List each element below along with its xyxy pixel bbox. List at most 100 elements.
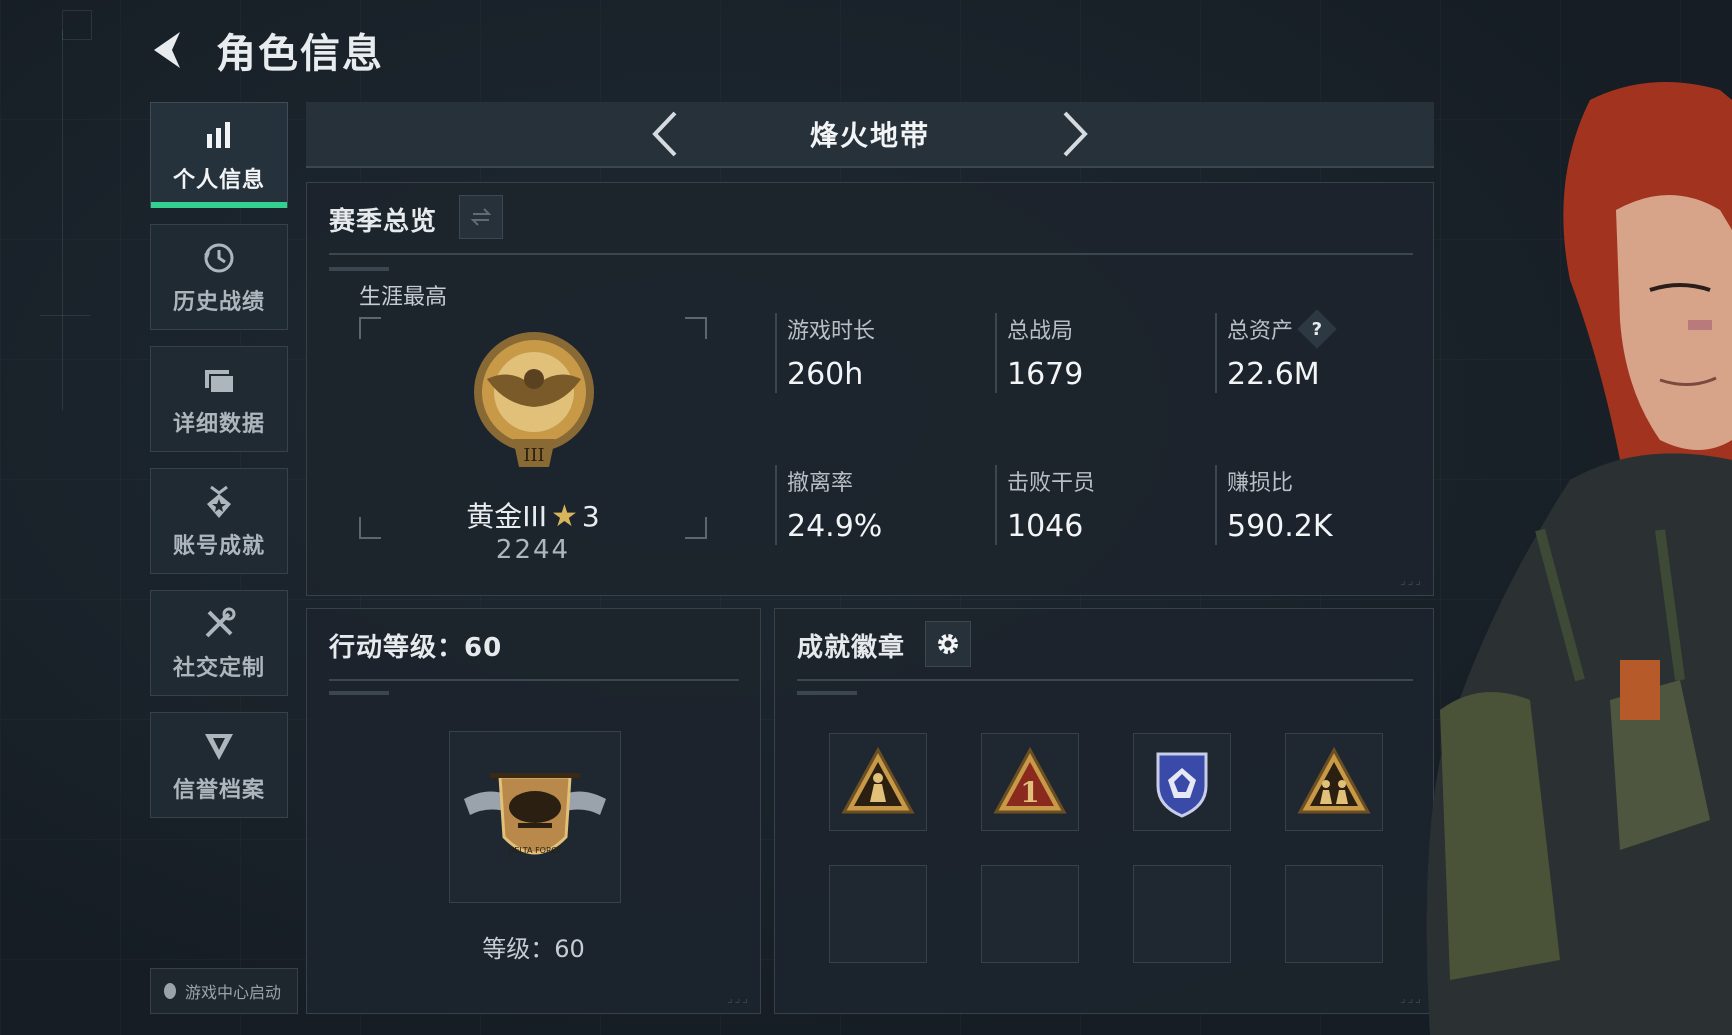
rank-stars: 3	[581, 500, 600, 533]
divider	[329, 679, 739, 681]
bar-chart-icon	[199, 116, 239, 156]
sidebar-item-achievements[interactable]: 账号成就	[150, 468, 288, 574]
soldier-triangle-badge-icon	[841, 746, 915, 814]
divider-accent	[797, 691, 857, 695]
career-best-label: 生涯最高	[359, 285, 448, 310]
tools-icon	[199, 604, 239, 644]
mode-selector: 烽火地带	[306, 102, 1434, 168]
game-center-launch-button[interactable]: 游戏中心启动	[150, 968, 298, 1014]
folder-icon	[199, 360, 239, 400]
sidebar-item-personal-info[interactable]: 个人信息	[150, 102, 288, 208]
svg-text:III: III	[523, 445, 544, 466]
help-icon[interactable]: ?	[1297, 309, 1337, 349]
mode-title: 烽火地带	[809, 119, 930, 152]
badge-slot-empty[interactable]	[829, 865, 927, 963]
sidebar-item-detail-data[interactable]: 详细数据	[150, 346, 288, 452]
divider	[329, 253, 1413, 255]
stat-operators-defeated: 击败干员 1046	[995, 465, 1095, 545]
rank-name: 黄金III	[466, 500, 548, 533]
season-overview-panel: 赛季总览 生涯最高 III 黄金III ★ 3 2244 游戏时长 260h 总战局…	[306, 182, 1434, 596]
sidebar-item-label: 个人信息	[172, 168, 265, 193]
stat-total-matches: 总战局 1679	[995, 313, 1083, 393]
operator-character-portrait	[1426, 82, 1732, 1035]
star-icon: ★	[551, 499, 578, 534]
gold-rank-medal-icon: III	[474, 332, 594, 467]
stat-value: 1679	[1007, 357, 1084, 392]
stat-label: 游戏时长	[787, 319, 876, 344]
badge-slot-empty[interactable]	[1285, 865, 1383, 963]
sidebar-item-label: 历史战绩	[172, 290, 265, 315]
deco-line	[62, 30, 63, 410]
stat-label: 总资产	[1227, 319, 1294, 344]
gear-icon	[938, 634, 958, 654]
action-level-panel: 行动等级：60 DELTA FORCE 等级：60 ⌟⌟⌟	[306, 608, 761, 1014]
stat-label: 赚损比	[1227, 471, 1294, 496]
next-mode-button[interactable]	[1055, 106, 1095, 162]
sidebar: 个人信息 历史战绩 详细数据 账号成就 社交定制 信誉档案	[150, 102, 288, 834]
stat-playtime: 游戏时长 260h	[775, 313, 875, 393]
achievement-medal-icon	[199, 482, 239, 522]
action-level-title: 行动等级：60	[329, 633, 503, 663]
achievement-badges-panel: 成就徽章 1 ⌟⌟⌟	[774, 608, 1434, 1014]
stat-value: 22.6M	[1227, 357, 1320, 392]
sidebar-item-label: 社交定制	[172, 656, 265, 681]
blue-shield-badge-icon	[1156, 752, 1208, 818]
reputation-shield-icon	[199, 726, 239, 766]
badge-slot-empty[interactable]	[1133, 865, 1231, 963]
sidebar-item-history[interactable]: 历史战绩	[150, 224, 288, 330]
stat-total-assets: 总资产 ? 22.6M	[1215, 309, 1337, 393]
swap-arrows-icon	[470, 208, 492, 226]
season-switch-button[interactable]	[459, 195, 503, 239]
stat-extraction-rate: 撤离率 24.9%	[775, 465, 882, 545]
qq-penguin-icon	[164, 983, 176, 999]
rank-name-line: 黄金III ★ 3	[359, 495, 707, 535]
stat-value: 260h	[787, 357, 864, 392]
history-clock-icon	[199, 238, 239, 278]
sidebar-item-social[interactable]: 社交定制	[150, 590, 288, 696]
frame-corner	[685, 317, 707, 339]
header: 角色信息	[150, 22, 730, 78]
stat-value: 1046	[1007, 509, 1084, 544]
badge-slot[interactable]	[1133, 733, 1231, 831]
deco-line	[40, 315, 90, 316]
divider-accent	[329, 691, 389, 695]
sidebar-item-reputation[interactable]: 信誉档案	[150, 712, 288, 818]
stat-label: 击败干员	[1007, 471, 1096, 496]
back-arrow-icon	[154, 32, 180, 68]
sidebar-item-label: 信誉档案	[172, 778, 265, 803]
chevron-left-icon	[652, 111, 677, 157]
game-center-launch-label: 游戏中心启动	[185, 983, 282, 1002]
rank-display: III 黄金III ★ 3 2244	[359, 317, 707, 565]
badge-settings-button[interactable]	[925, 621, 971, 667]
squad-triangle-badge-icon	[1297, 746, 1371, 814]
stat-value: 590.2K	[1227, 509, 1333, 544]
chevron-right-icon	[1063, 111, 1088, 157]
level-badge[interactable]: DELTA FORCE	[449, 731, 621, 903]
corner-decoration: ⌟⌟⌟	[727, 991, 750, 1005]
achievement-badges-title: 成就徽章	[797, 633, 906, 663]
divider	[797, 679, 1413, 681]
badge-slot[interactable]	[1285, 733, 1383, 831]
badge-inscription: DELTA FORCE	[508, 846, 562, 855]
stat-value: 24.9%	[787, 509, 883, 544]
stat-label: 总战局	[1007, 319, 1074, 344]
level-value-text: 等级：60	[482, 935, 585, 963]
number-one-triangle-badge-icon: 1	[993, 746, 1067, 814]
rank-score: 2244	[495, 535, 571, 565]
stat-label-row: 总资产 ?	[1227, 309, 1337, 349]
stat-profit-loss-ratio: 赚损比 590.2K	[1215, 465, 1333, 545]
sidebar-item-label: 账号成就	[172, 534, 265, 559]
badge-slot[interactable]: 1	[981, 733, 1079, 831]
help-glyph: ?	[1311, 318, 1323, 340]
helicopter-wings-badge-icon: DELTA FORCE	[464, 773, 606, 855]
badge-slot[interactable]	[829, 733, 927, 831]
page-title: 角色信息	[216, 31, 384, 77]
badge-slot-empty[interactable]	[981, 865, 1079, 963]
season-overview-title: 赛季总览	[329, 207, 438, 237]
deco-frame	[62, 10, 92, 40]
back-button[interactable]	[150, 28, 194, 72]
stat-label: 撤离率	[787, 471, 854, 496]
previous-mode-button[interactable]	[645, 106, 685, 162]
svg-text:1: 1	[1020, 776, 1039, 809]
frame-corner	[359, 317, 381, 339]
